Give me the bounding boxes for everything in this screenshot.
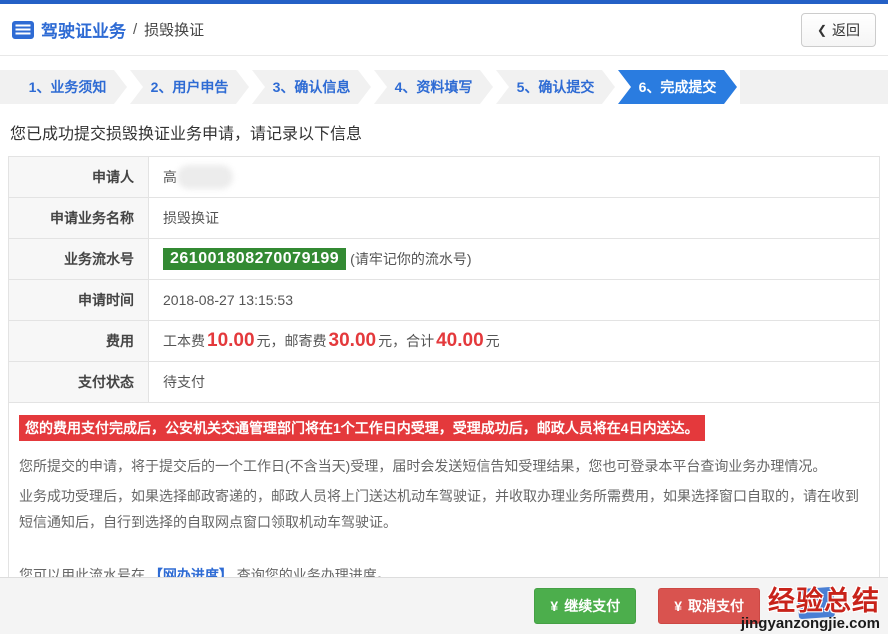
fee-total-amount: 40.00 — [436, 330, 484, 352]
fee-sep-1: ， — [271, 331, 285, 351]
status-label: 支付状态 — [9, 362, 149, 402]
back-button[interactable]: ❮ 返回 — [801, 13, 876, 47]
back-button-label: 返回 — [832, 20, 860, 40]
service-value: 损毁换证 — [163, 208, 219, 228]
step-1-notice: 1、业务须知 — [8, 70, 127, 104]
step-4-label: 4、资料填写 — [395, 77, 473, 97]
time-value: 2018-08-27 13:15:53 — [163, 292, 293, 308]
fee-sep-2: ， — [392, 331, 406, 351]
step-5-confirm-submit: 5、确认提交 — [496, 70, 615, 104]
step-3-label: 3、确认信息 — [273, 77, 351, 97]
notice-section: 您的费用支付完成后，公安机关交通管理部门将在1个工作日内受理，受理成功后，邮政人… — [9, 403, 879, 599]
step-track: 1、业务须知 2、用户申告 3、确认信息 4、资料填写 5、确认提交 6、完成提… — [8, 70, 740, 104]
fee-unit-2: 元 — [378, 331, 392, 351]
fee-unit-1: 元 — [257, 331, 271, 351]
fee-value-cell: 工本费 10.00 元 ， 邮寄费 30.00 元 ， 合计 40.00 元 — [149, 321, 879, 361]
chevron-left-icon: ❮ — [817, 23, 827, 37]
fee-part3-name: 合计 — [406, 331, 434, 351]
table-row-serial: 业务流水号 261001808270079199 (请牢记你的流水号) — [9, 239, 879, 280]
step-3-confirm-info: 3、确认信息 — [252, 70, 371, 104]
service-label: 申请业务名称 — [9, 198, 149, 238]
notice-paragraph-1: 您所提交的申请，将于提交后的一个工作日(不含当天)受理，届时会发送短信告知受理结… — [19, 453, 869, 479]
yen-icon: ¥ — [674, 598, 682, 614]
table-row-service: 申请业务名称 损毁换证 — [9, 198, 879, 239]
fee-unit-3: 元 — [486, 331, 500, 351]
step-2-declare: 2、用户申告 — [130, 70, 249, 104]
list-form-icon — [12, 21, 34, 39]
step-bar-filler — [740, 70, 888, 104]
step-wizard: 1、业务须知 2、用户申告 3、确认信息 4、资料填写 5、确认提交 6、完成提… — [0, 70, 888, 104]
redacted-name-blur — [177, 165, 233, 189]
table-row-fee: 费用 工本费 10.00 元 ， 邮寄费 30.00 元 ， 合计 40.00 … — [9, 321, 879, 362]
serial-label: 业务流水号 — [9, 239, 149, 279]
continue-payment-label: 继续支付 — [564, 596, 620, 616]
serial-note: (请牢记你的流水号) — [350, 249, 471, 269]
payment-status-value: 待支付 — [163, 372, 205, 392]
step-1-label: 1、业务须知 — [29, 77, 107, 97]
table-row-time: 申请时间 2018-08-27 13:15:53 — [9, 280, 879, 321]
payment-warning-banner: 您的费用支付完成后，公安机关交通管理部门将在1个工作日内受理，受理成功后，邮政人… — [19, 415, 705, 441]
breadcrumb-current-page: 损毁换证 — [144, 19, 204, 40]
breadcrumb: 驾驶证业务 / 损毁换证 — [12, 17, 204, 42]
step-4-fill-data: 4、资料填写 — [374, 70, 493, 104]
notice-paragraph-2: 业务成功受理后，如果选择邮政寄递的，邮政人员将上门送达机动车驾驶证，并收取办理业… — [19, 483, 869, 535]
page-header: 驾驶证业务 / 损毁换证 ❮ 返回 — [0, 4, 888, 56]
fee-part1-name: 工本费 — [163, 331, 205, 351]
yen-icon: ¥ — [550, 598, 558, 614]
applicant-value: 高 — [163, 167, 177, 187]
applicant-label: 申请人 — [9, 157, 149, 197]
site-watermark: 经验总结 jingyanzongjie.com — [690, 586, 880, 632]
action-bar: ¥ 继续支付 ¥ 取消支付 经验总结 jingyanzongjie.com — [0, 577, 888, 634]
serial-number-badge: 261001808270079199 — [163, 248, 346, 270]
table-row-applicant: 申请人 高 — [9, 157, 879, 198]
step-2-label: 2、用户申告 — [151, 77, 229, 97]
breadcrumb-section[interactable]: 驾驶证业务 — [41, 17, 126, 42]
watermark-url: jingyanzongjie.com — [690, 616, 880, 632]
fee-part1-amount: 10.00 — [207, 330, 255, 352]
step-6-complete-active: 6、完成提交 — [618, 70, 737, 104]
step-6-label: 6、完成提交 — [639, 77, 717, 97]
table-row-status: 支付状态 待支付 — [9, 362, 879, 403]
fee-label: 费用 — [9, 321, 149, 361]
time-label: 申请时间 — [9, 280, 149, 320]
result-panel: 申请人 高 申请业务名称 损毁换证 业务流水号 2610018082700791… — [8, 156, 880, 600]
step-5-label: 5、确认提交 — [517, 77, 595, 97]
success-message: 您已成功提交损毁换证业务申请，请记录以下信息 — [10, 120, 888, 144]
continue-payment-button[interactable]: ¥ 继续支付 — [534, 588, 636, 624]
applicant-value-cell: 高 — [149, 157, 879, 197]
watermark-title: 经验总结 — [690, 586, 880, 616]
breadcrumb-separator: / — [133, 21, 137, 38]
fee-part2-amount: 30.00 — [329, 330, 377, 352]
fee-part2-name: 邮寄费 — [285, 331, 327, 351]
